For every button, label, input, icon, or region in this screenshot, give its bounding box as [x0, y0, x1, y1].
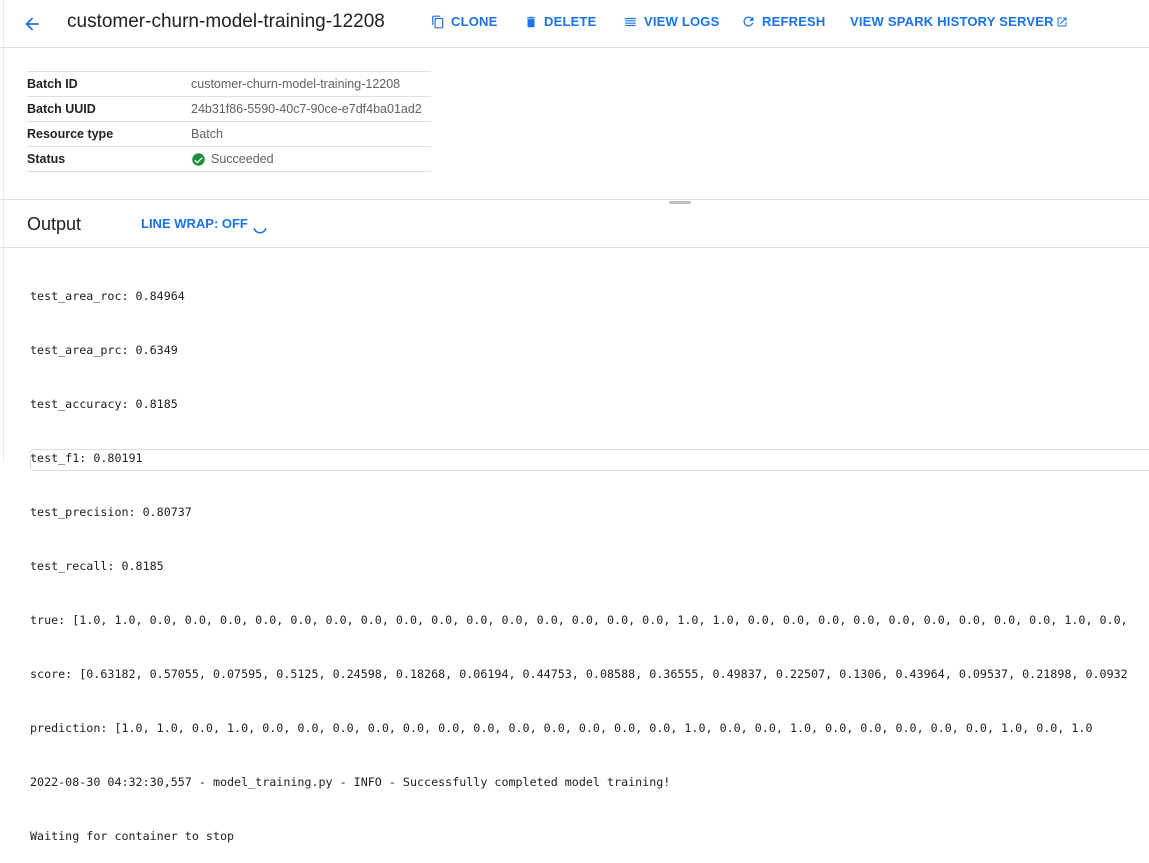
detail-value: 24b31f86-5590-40c7-90ce-e7df4ba01ad2	[191, 102, 422, 116]
log-line: Waiting for container to stop	[30, 829, 235, 843]
detail-row-resource-type: Resource type Batch	[27, 121, 431, 146]
detail-key: Status	[27, 152, 66, 166]
log-line: true: [1.0, 1.0, 0.0, 0.0, 0.0, 0.0, 0.0…	[30, 613, 1128, 627]
log-line: test_area_roc: 0.84964	[30, 289, 185, 303]
trash-icon	[526, 16, 536, 27]
output-input-area[interactable]	[30, 449, 1149, 471]
log-line: score: [0.63182, 0.57055, 0.07595, 0.512…	[30, 667, 1128, 681]
log-line: test_area_prc: 0.6349	[30, 343, 178, 357]
batch-details-table: Batch ID customer-churn-model-training-1…	[27, 71, 431, 172]
left-edge-rule	[3, 0, 4, 462]
status-text: Succeeded	[211, 152, 274, 166]
log-line: test_precision: 0.80737	[30, 505, 192, 519]
view-spark-history-server-link[interactable]: VIEW SPARK HISTORY SERVER	[850, 14, 1068, 29]
detail-row-batch-id: Batch ID customer-churn-model-training-1…	[27, 71, 431, 96]
view-logs-label: VIEW LOGS	[644, 14, 720, 29]
delete-label: DELETE	[544, 14, 597, 29]
spark-history-label: VIEW SPARK HISTORY SERVER	[850, 14, 1054, 29]
clone-button[interactable]: CLONE	[431, 14, 498, 29]
clone-label: CLONE	[451, 14, 498, 29]
status-value: Succeeded	[191, 152, 274, 167]
page-header: customer-churn-model-training-12208 CLON…	[0, 0, 1149, 48]
check-circle-icon	[192, 152, 205, 166]
loading-spinner-icon	[253, 228, 267, 234]
list-icon	[625, 17, 636, 26]
detail-key: Batch UUID	[27, 102, 96, 116]
refresh-label: REFRESH	[762, 14, 826, 29]
detail-key: Resource type	[27, 127, 114, 141]
detail-row-batch-uuid: Batch UUID 24b31f86-5590-40c7-90ce-e7df4…	[27, 96, 431, 121]
view-logs-button[interactable]: VIEW LOGS	[623, 14, 719, 29]
detail-value: Batch	[191, 127, 223, 141]
panel-divider	[0, 199, 1149, 200]
back-button[interactable]	[18, 10, 46, 38]
log-line: prediction: [1.0, 1.0, 0.0, 1.0, 0.0, 0.…	[30, 721, 1093, 735]
log-line: test_recall: 0.8185	[30, 559, 164, 573]
line-wrap-toggle[interactable]: LINE WRAP: OFF	[141, 216, 248, 231]
page-title: customer-churn-model-training-12208	[67, 11, 385, 32]
output-divider	[0, 247, 1149, 248]
copy-icon	[432, 15, 444, 28]
refresh-icon	[743, 16, 754, 27]
log-line: test_accuracy: 0.8185	[30, 397, 178, 411]
detail-row-status: Status Succeeded	[27, 146, 431, 172]
log-line: 2022-08-30 04:32:30,557 - model_training…	[30, 775, 671, 789]
refresh-button[interactable]: REFRESH	[741, 14, 826, 29]
output-title: Output	[27, 214, 82, 234]
external-link-icon	[1057, 17, 1067, 26]
delete-button[interactable]: DELETE	[524, 14, 596, 29]
resize-handle[interactable]	[669, 201, 691, 204]
detail-key: Batch ID	[27, 77, 78, 91]
arrow-back-icon	[25, 17, 39, 31]
detail-value: customer-churn-model-training-12208	[191, 77, 401, 91]
output-log: test_area_roc: 0.84964 test_area_prc: 0.…	[30, 251, 1149, 863]
